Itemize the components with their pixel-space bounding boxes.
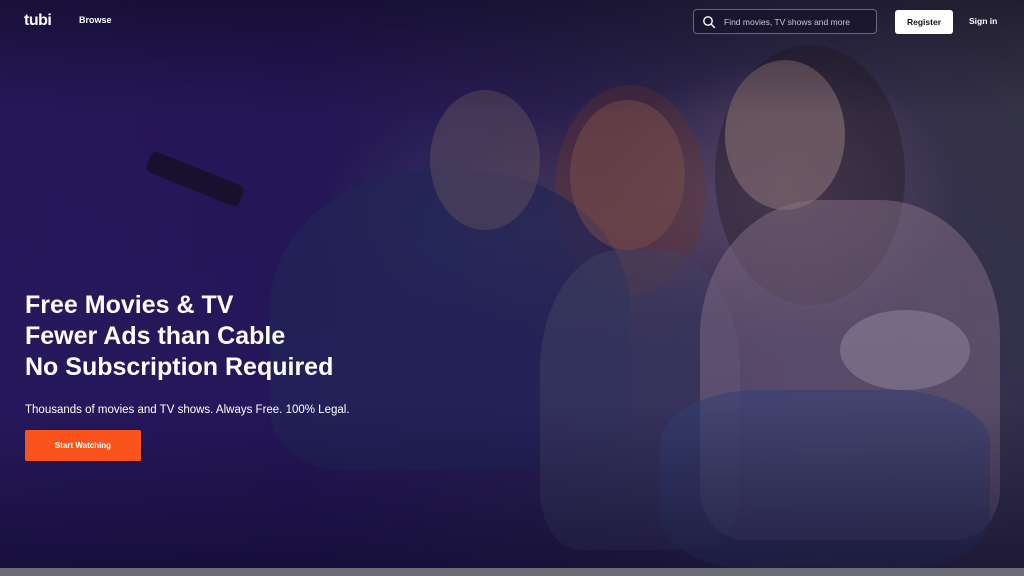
bottom-edge-strip: [0, 568, 1024, 576]
hero-photo-shape: [430, 90, 540, 230]
hero-photo-shape: [570, 100, 685, 250]
hero-photo-shape: [725, 60, 845, 210]
hero-photo-shape: [840, 310, 970, 390]
tubi-logo[interactable]: tubi: [24, 12, 52, 30]
hero-photo-shape: [144, 150, 246, 208]
top-navigation-bar: tubi Browse Register Sign in: [0, 0, 1024, 44]
landing-page: tubi Browse Register Sign in Free Movies…: [0, 0, 1024, 576]
hero-headline-line: Free Movies & TV: [25, 291, 234, 319]
search-input[interactable]: [722, 15, 876, 28]
start-watching-button[interactable]: Start Watching: [25, 430, 141, 461]
search-icon: [703, 15, 716, 28]
sign-in-link[interactable]: Sign in: [969, 16, 997, 26]
hero-subtitle: Thousands of movies and TV shows. Always…: [25, 404, 350, 416]
hero-headline-line: No Subscription Required: [25, 353, 334, 381]
hero-photo-shape: [660, 390, 990, 570]
hero-photo-shape: [700, 200, 1000, 540]
browse-link[interactable]: Browse: [79, 15, 112, 25]
hero-background-image: [0, 0, 1024, 576]
hero-photo-shape: [540, 250, 740, 550]
search-box[interactable]: [693, 9, 877, 34]
hero-photo-shape: [555, 85, 705, 295]
hero-headline: Free Movies & TV Fewer Ads than Cable No…: [25, 290, 333, 383]
hero-photo-shape: [715, 45, 905, 305]
register-button[interactable]: Register: [895, 10, 953, 34]
hero-headline-line: Fewer Ads than Cable: [25, 322, 286, 350]
